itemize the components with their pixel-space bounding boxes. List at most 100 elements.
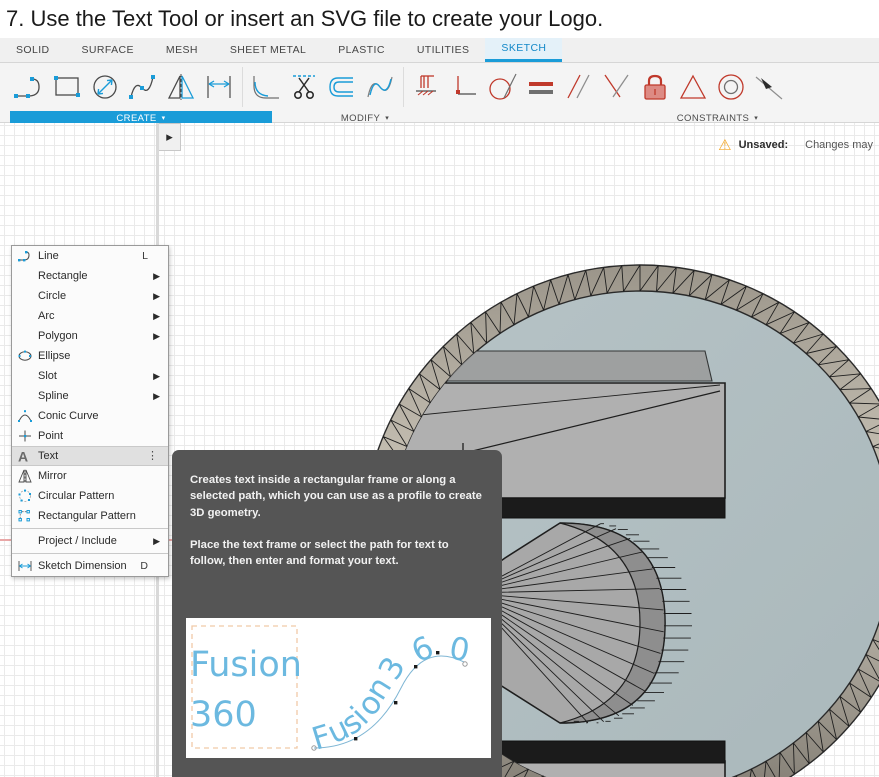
equal-icon[interactable]	[522, 64, 560, 110]
menu-icon-placeholder	[16, 287, 34, 305]
fix-ground-icon[interactable]	[408, 64, 446, 110]
menu-item-text[interactable]: A Text ⋮	[12, 446, 168, 466]
tangent-icon[interactable]	[484, 64, 522, 110]
panel-divider-2	[403, 67, 404, 107]
menu-item-arc[interactable]: Arc ▶	[12, 306, 168, 326]
menu-separator	[12, 528, 168, 529]
browser-expand-button[interactable]: ▸	[159, 123, 181, 151]
submenu-arrow-icon: ▶	[153, 390, 160, 401]
menu-item-project-include[interactable]: Project / Include ▶	[12, 531, 168, 551]
symmetry-arrow-icon[interactable]	[750, 64, 788, 110]
menu-item-conic-curve[interactable]: Conic Curve	[12, 406, 168, 426]
line-icon[interactable]	[10, 64, 48, 110]
lock-icon[interactable]	[636, 64, 674, 110]
tooltip-path-text: F u s i o n 3 6 0	[308, 629, 472, 757]
circle-icon[interactable]	[86, 64, 124, 110]
menu-item-label: Sketch Dimension	[38, 560, 127, 572]
tab-label: SURFACE	[81, 43, 134, 56]
unsaved-label: Unsaved:	[738, 139, 789, 151]
create-dropdown-menu[interactable]: Line L Rectangle ▶ Circle ▶ Arc ▶ Polygon ▶ Ellips…	[11, 245, 169, 577]
panel-divider	[242, 67, 243, 107]
coincident-icon[interactable]	[446, 64, 484, 110]
curvature-comb-icon[interactable]	[361, 64, 399, 110]
tab-plastic[interactable]: PLASTIC	[322, 38, 401, 62]
menu-item-label: Circle	[38, 290, 67, 302]
tab-sketch[interactable]: SKETCH	[485, 38, 563, 62]
tab-label: SKETCH	[501, 42, 547, 54]
unsaved-status-banner: ⚠ Unsaved: Changes may	[708, 133, 879, 157]
menu-item-label: Spline	[38, 390, 69, 402]
tab-mesh[interactable]: MESH	[150, 38, 214, 62]
offset-icon[interactable]	[323, 64, 361, 110]
menu-item-label: Polygon	[38, 330, 78, 342]
menu-item-shortcut: D	[140, 560, 148, 572]
menu-item-overflow-icon[interactable]: ⋮	[147, 450, 158, 461]
svg-text:6: 6	[406, 629, 439, 670]
menu-item-polygon[interactable]: Polygon ▶	[12, 326, 168, 346]
ribbon-tab-strip: SOLID SURFACE MESH SHEET METAL PLASTIC UTILIT…	[0, 38, 879, 63]
mirror-icon	[16, 467, 34, 485]
unsaved-message: Changes may	[805, 139, 873, 151]
sketch-dimension-icon[interactable]	[200, 64, 238, 110]
caption-text: 7. Use the Text Tool or insert an SVG fi…	[6, 6, 604, 31]
conic-curve-icon	[16, 407, 34, 425]
perpendicular-icon[interactable]	[598, 64, 636, 110]
trim-scissors-icon[interactable]	[285, 64, 323, 110]
menu-item-circular-pattern[interactable]: Circular Pattern	[12, 486, 168, 506]
menu-icon-placeholder	[16, 307, 34, 325]
tooltip-illustration: Fusion 360 F u s i o n 3 6 0	[186, 618, 491, 758]
menu-item-rectangular-pattern[interactable]: Rectangular Pattern	[12, 506, 168, 526]
menu-item-mirror[interactable]: Mirror	[12, 466, 168, 486]
tab-utilities[interactable]: UTILITIES	[401, 38, 486, 62]
fusion360-window: SOLID SURFACE MESH SHEET METAL PLASTIC UTILIT…	[0, 38, 879, 777]
menu-item-label: Rectangle	[38, 270, 88, 282]
menu-item-label: Conic Curve	[38, 410, 99, 422]
sketch-canvas[interactable]: ▸ ⚠ Unsaved: Changes may Line L Rectangle ▶…	[0, 123, 879, 777]
menu-item-spline[interactable]: Spline ▶	[12, 386, 168, 406]
spline-icon[interactable]	[124, 64, 162, 110]
chevron-down-icon: ▾	[754, 115, 759, 122]
menu-item-label: Line	[38, 250, 59, 262]
menu-item-rectangle[interactable]: Rectangle ▶	[12, 266, 168, 286]
symmetry-triangle-icon[interactable]	[674, 64, 712, 110]
svg-text:0: 0	[447, 630, 473, 669]
tab-surface[interactable]: SURFACE	[66, 38, 150, 62]
menu-icon-placeholder	[16, 267, 34, 285]
chevron-down-icon: ▾	[385, 115, 390, 122]
menu-item-line[interactable]: Line L	[12, 246, 168, 266]
menu-item-sketch-dimension[interactable]: Sketch Dimension D	[12, 556, 168, 576]
submenu-arrow-icon: ▶	[153, 270, 160, 281]
menu-item-ellipse[interactable]: Ellipse	[12, 346, 168, 366]
mirror-icon[interactable]	[162, 64, 200, 110]
tab-sheet-metal[interactable]: SHEET METAL	[214, 38, 322, 62]
rectangle-icon[interactable]	[48, 64, 86, 110]
menu-item-point[interactable]: Point	[12, 426, 168, 446]
menu-item-slot[interactable]: Slot ▶	[12, 366, 168, 386]
tab-label: MESH	[165, 43, 198, 56]
menu-item-label: Ellipse	[38, 350, 71, 362]
submenu-arrow-icon: ▶	[153, 330, 160, 341]
text-tool-tooltip: Creates text inside a rectangular frame …	[172, 450, 502, 777]
menu-item-circle[interactable]: Circle ▶	[12, 286, 168, 306]
rectangular-pattern-icon	[16, 507, 34, 525]
svg-text:A: A	[18, 449, 28, 463]
ribbon-toolbar: CREATE ▾ MODIFY ▾ CONSTRAINTS ▾	[0, 63, 879, 126]
concentric-icon[interactable]	[712, 64, 750, 110]
ribbon-icon-row	[0, 63, 879, 111]
chevron-down-icon: ▾	[161, 115, 166, 122]
tooltip-framed-line-1: Fusion	[190, 645, 302, 685]
menu-item-label: Point	[38, 430, 64, 442]
parallel-icon[interactable]	[560, 64, 598, 110]
submenu-arrow-icon: ▶	[153, 290, 160, 301]
fillet-icon[interactable]	[247, 64, 285, 110]
tab-label: UTILITIES	[416, 43, 470, 56]
text-icon: A	[16, 447, 34, 465]
menu-item-label: Rectangular Pattern	[38, 510, 136, 522]
tooltip-framed-line-2: 360	[190, 695, 257, 735]
menu-item-label: Arc	[38, 310, 55, 322]
tab-solid[interactable]: SOLID	[0, 38, 66, 62]
menu-item-label: Slot	[38, 370, 57, 382]
menu-item-label: Circular Pattern	[38, 490, 115, 502]
tab-label: SHEET METAL	[229, 43, 307, 56]
menu-icon-placeholder	[16, 367, 34, 385]
